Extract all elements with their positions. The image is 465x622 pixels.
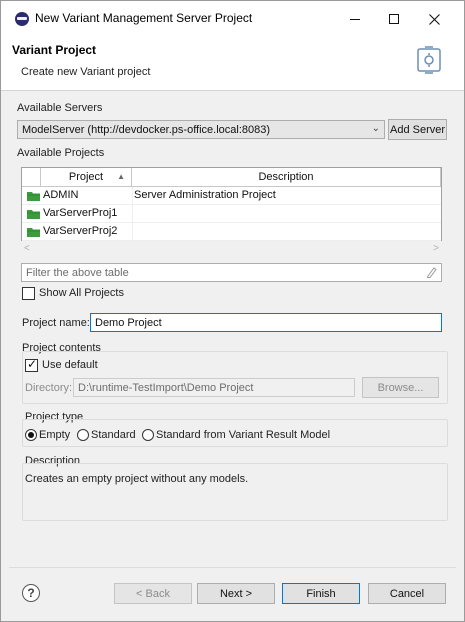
- wizard-page-title: Variant Project: [12, 43, 97, 57]
- column-header-description[interactable]: Description: [132, 168, 441, 187]
- project-name-input[interactable]: Demo Project: [90, 313, 442, 332]
- radio-standard-from-variant-label: Standard from Variant Result Model: [156, 429, 331, 441]
- table-header-spacer: [22, 168, 41, 187]
- filter-placeholder: Filter the above table: [26, 267, 129, 279]
- close-button[interactable]: [416, 5, 452, 33]
- table-horizontal-scrollbar[interactable]: < >: [21, 243, 442, 257]
- use-default-label: Use default: [42, 359, 98, 371]
- window-title: New Variant Management Server Project: [35, 11, 253, 25]
- directory-value: D:\runtime-TestImport\Demo Project: [78, 382, 254, 394]
- radio-standard-from-variant[interactable]: [142, 429, 154, 441]
- help-button[interactable]: ?: [22, 584, 40, 602]
- wizard-page-subtitle: Create new Variant project: [21, 66, 151, 78]
- project-name-label: Project name:: [22, 317, 90, 329]
- radio-standard-label: Standard: [91, 429, 136, 441]
- next-button[interactable]: Next >: [197, 583, 275, 604]
- folder-icon: [27, 210, 40, 219]
- table-row[interactable]: VarServerProj2: [22, 223, 441, 241]
- add-server-button[interactable]: Add Server: [388, 119, 447, 140]
- project-description: Server Administration Project: [134, 189, 276, 201]
- wizard-banner: Variant Project Create new Variant proje…: [1, 35, 464, 91]
- table-row[interactable]: VarServerProj1: [22, 205, 441, 223]
- use-default-checkbox[interactable]: [25, 357, 38, 372]
- cancel-button[interactable]: Cancel: [368, 583, 446, 604]
- chevron-down-icon: ⌄: [371, 123, 380, 134]
- help-icon: ?: [27, 586, 35, 600]
- wizard-banner-icon: [417, 46, 441, 74]
- folder-icon: [27, 228, 40, 237]
- maximize-button[interactable]: [376, 5, 412, 33]
- footer-separator: [9, 567, 456, 568]
- show-all-projects-checkbox[interactable]: [22, 287, 35, 300]
- available-servers-label: Available Servers: [17, 102, 103, 114]
- project-name: ADMIN: [43, 189, 79, 201]
- radio-empty[interactable]: [25, 429, 37, 441]
- column-header-project[interactable]: Project ▲: [41, 168, 132, 187]
- directory-input[interactable]: D:\runtime-TestImport\Demo Project: [73, 378, 355, 397]
- scroll-right-icon[interactable]: >: [433, 243, 439, 254]
- folder-icon: [27, 192, 40, 201]
- project-name: VarServerProj1: [43, 207, 118, 219]
- directory-label: Directory:: [25, 382, 73, 394]
- table-row[interactable]: ADMIN Server Administration Project: [22, 187, 441, 205]
- project-name-value: Demo Project: [95, 317, 162, 329]
- scroll-left-icon[interactable]: <: [24, 243, 30, 254]
- projects-table: Project ▲ Description ADMIN Server Admin…: [21, 167, 442, 241]
- available-projects-label: Available Projects: [17, 147, 105, 159]
- description-group: [22, 463, 448, 521]
- title-bar[interactable]: New Variant Management Server Project: [1, 1, 464, 35]
- server-select[interactable]: ModelServer (http://devdocker.ps-office.…: [17, 120, 385, 139]
- app-icon: [15, 12, 29, 26]
- show-all-projects-label: Show All Projects: [39, 287, 124, 299]
- column-divider: [132, 187, 133, 240]
- back-button[interactable]: < Back: [114, 583, 192, 604]
- clear-filter-icon[interactable]: [426, 267, 437, 278]
- minimize-icon: [350, 18, 360, 20]
- project-name: VarServerProj2: [43, 225, 118, 237]
- table-filter-input[interactable]: Filter the above table: [21, 263, 442, 282]
- minimize-button[interactable]: [337, 5, 373, 33]
- description-text: Creates an empty project without any mod…: [25, 473, 249, 485]
- dialog-window: New Variant Management Server Project Va…: [0, 0, 465, 622]
- radio-empty-label: Empty: [39, 429, 71, 441]
- radio-standard[interactable]: [77, 429, 89, 441]
- finish-button[interactable]: Finish: [282, 583, 360, 604]
- server-select-value: ModelServer (http://devdocker.ps-office.…: [22, 124, 271, 136]
- browse-button[interactable]: Browse...: [362, 377, 439, 398]
- maximize-icon: [389, 14, 399, 24]
- close-icon: [428, 13, 440, 25]
- sort-up-icon: ▲: [117, 172, 125, 181]
